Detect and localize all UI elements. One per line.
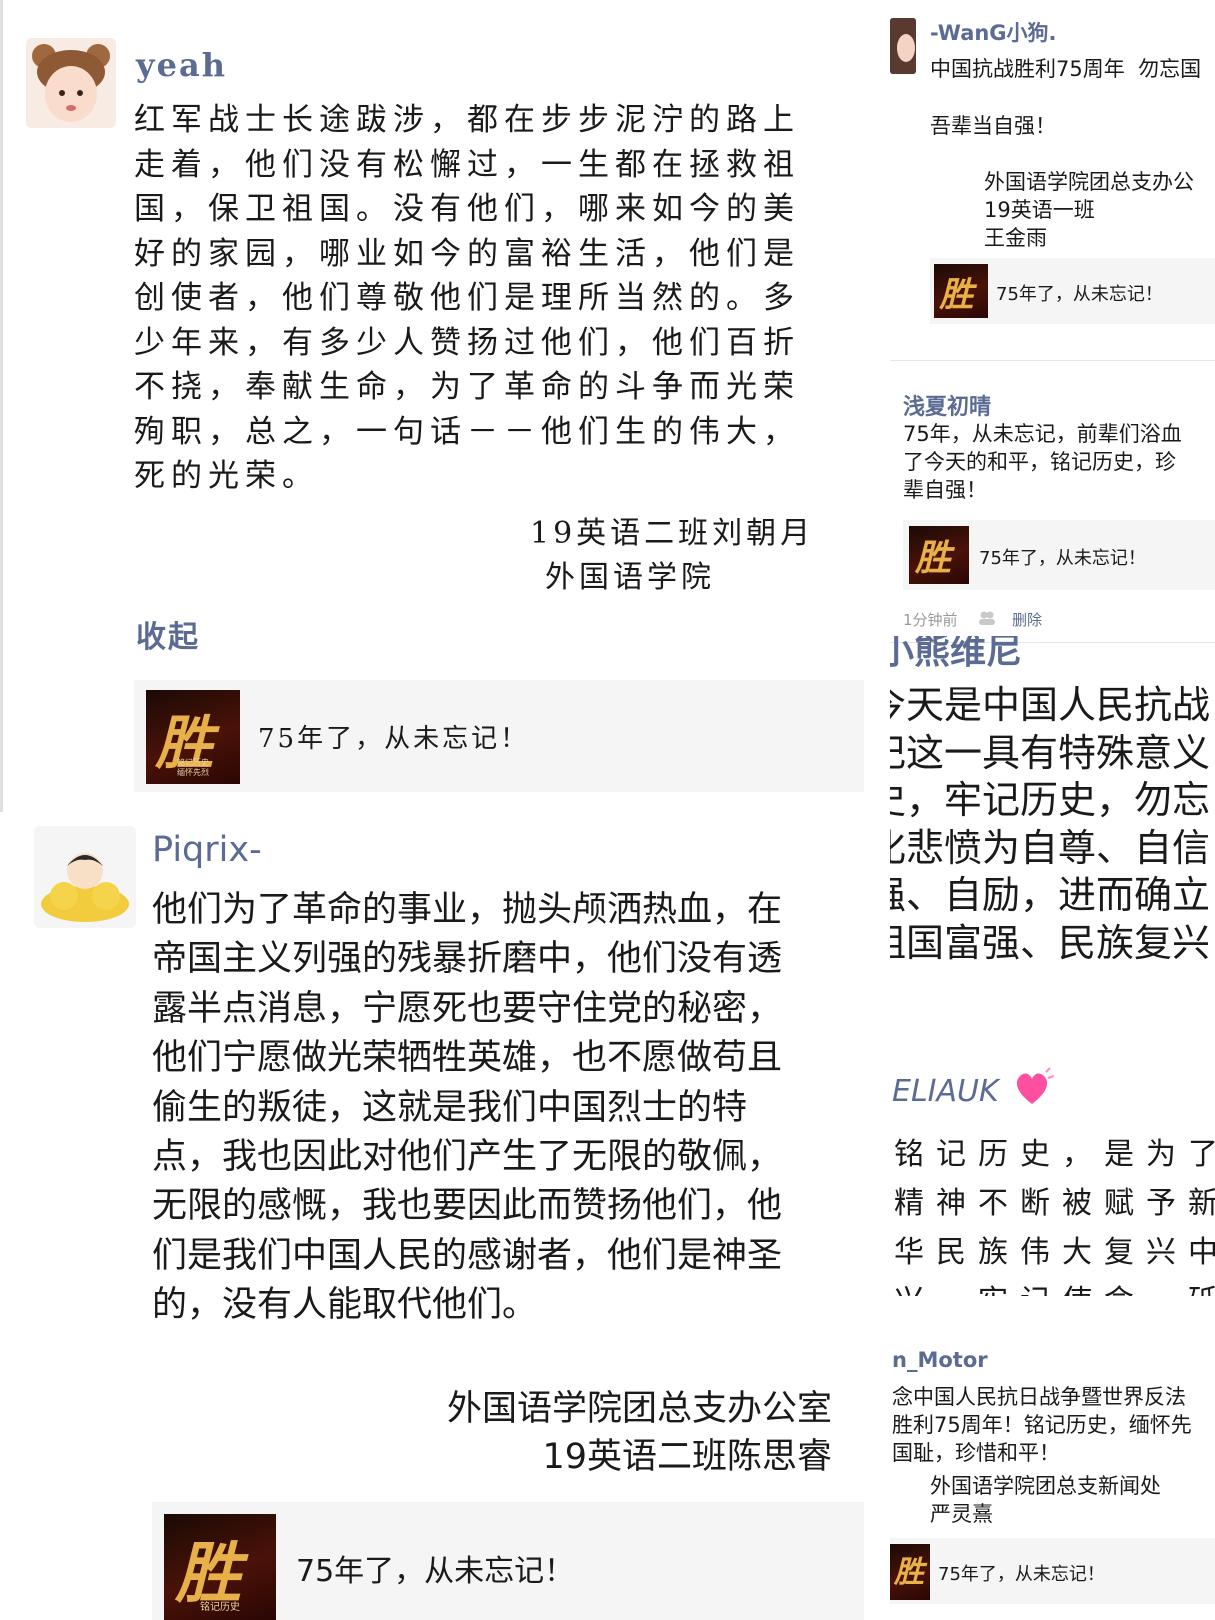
link-title: 75年了，从未忘记！	[979, 548, 1146, 569]
post-signature: 外国语学院	[545, 560, 715, 595]
post-signature: 外国语学院团总支办公	[984, 170, 1194, 194]
post-author[interactable]: 小熊维尼	[890, 636, 1022, 674]
avatar[interactable]	[34, 826, 136, 928]
link-title: 75年了，从未忘记！	[938, 1564, 1105, 1585]
post-text: 吾辈当自强！	[930, 114, 1056, 138]
link-card[interactable]: 胜 75年了，从未忘记！	[890, 1538, 1215, 1604]
post-text-line: 红军战士长途跋涉，都在步步泥泞的路上	[134, 102, 800, 138]
post-text-line: 兴，牢记使命，砥砺	[894, 1277, 1215, 1296]
post-signature: 外国语学院团总支办公室	[446, 1389, 832, 1429]
post-text-line: 点，我也因此对他们产生了无限的敬佩，	[152, 1137, 783, 1178]
link-thumbnail: 胜 铭记历史 缅怀先烈	[146, 690, 240, 784]
thumb-caption-line: 缅怀先烈	[177, 768, 209, 778]
post-text-line: 了今天的和平，铭记历史，珍	[903, 450, 1176, 474]
post-text-line: 记这一具有特殊意义	[890, 730, 1211, 775]
delete-link[interactable]: 删除	[1012, 609, 1042, 630]
post-text-line: 今天是中国人民抗战	[890, 683, 1211, 727]
post-text-line: 露半点消息，宁愿死也要守住党的秘密，	[152, 988, 783, 1029]
post-text-line: 史，牢记历史，勿忘	[890, 778, 1211, 822]
post-text-line: 75年，从未忘记，前辈们浴血	[903, 422, 1182, 446]
post-text: 铭记历史，是为了唐 精神不断被赋予新的 华民族伟大复兴中国 兴，牢记使命，砥砺	[894, 1130, 1215, 1296]
post-text-line: 创使者，他们尊敬他们是理所当然的。多	[134, 280, 800, 316]
like-icon[interactable]	[977, 610, 997, 626]
link-card[interactable]: 胜 铭记历史 缅怀先烈 75年了，从未忘记！	[134, 680, 864, 792]
post-text-line: 死的光荣。	[134, 458, 319, 494]
post-author[interactable]: n_Motor	[892, 1348, 988, 1372]
post-text-line: 铭记历史，是为了唐	[894, 1137, 1215, 1172]
post-author[interactable]: 浅夏初晴	[903, 389, 991, 421]
post-text-line: 念中国人民抗日战争暨世界反法	[892, 1385, 1186, 1409]
thumb-caption-line: 铭记历史	[200, 1601, 240, 1613]
post-signature: 严灵熹	[930, 1502, 993, 1526]
post-text-line: 他们为了革命的事业，抛头颅洒热血，在	[152, 890, 783, 930]
link-thumbnail: 胜 铭记历史	[164, 1514, 276, 1620]
thumb-caption-line: 铭记历史	[177, 758, 209, 768]
post-text-line: 祖国富强、民族复兴	[890, 920, 1211, 965]
post-text-line: 国耻，珍惜和平！	[892, 1441, 1060, 1465]
thumb-title: 胜	[894, 1555, 924, 1591]
portrait-avatar-icon	[890, 18, 916, 74]
post-signature: 王金雨	[984, 226, 1047, 250]
post-text-line: 不挠，奉献生命，为了革命的斗争而光荣	[134, 369, 800, 405]
heart-icon	[1010, 1066, 1055, 1110]
thumb-caption: 铭记历史 缅怀先烈	[146, 758, 240, 778]
post-text-line: 无限的感慨，我也要因此而赞扬他们，他	[152, 1186, 783, 1227]
avatar[interactable]	[890, 18, 916, 74]
divider	[890, 360, 1215, 361]
thumb-title: 胜	[939, 275, 974, 316]
cropped-post: 小熊维尼 今天是中国人民抗战 记这一具有特殊意义 史，牢记历史，勿忘 化悲愤为自…	[890, 636, 1215, 966]
post-author[interactable]: yeah	[136, 46, 227, 84]
cropped-post: ELIAUK 铭记历史，是为了唐 精神不断被赋予新的 华民族伟大复兴中国 兴，牢…	[890, 1066, 1215, 1296]
post-signature: 19英语二班刘朝月	[530, 516, 815, 551]
post-text-line: 华民族伟大复兴中国	[894, 1235, 1215, 1270]
post-signature: 19英语二班陈思睿	[542, 1437, 832, 1477]
post-text: 念中国人民抗日战争暨世界反法 胜利75周年！铭记历史，缅怀先 国耻，珍惜和平！	[892, 1383, 1215, 1467]
post-text: 他们为了革命的事业，抛头颅洒热血，在 帝国主义列强的残暴折磨中，他们没有透 露半…	[152, 886, 852, 1331]
post-text-line: 精神不断被赋予新的	[894, 1186, 1215, 1221]
link-card[interactable]: 胜 75年了，从未忘记！	[903, 520, 1215, 590]
link-thumbnail: 胜	[890, 1544, 930, 1600]
avatar[interactable]	[26, 38, 116, 128]
post-text-line: 殉职，总之，一句话－－他们生的伟大，	[134, 413, 800, 450]
post-text-line: 的，没有人能取代他们。	[152, 1285, 538, 1326]
post-text-line: 强、自励，进而确立	[890, 873, 1211, 917]
post-text: 75年，从未忘记，前辈们浴血 了今天的和平，铭记历史，珍 辈自强！	[903, 420, 1182, 504]
post-text-line: 帝国主义列强的残暴折磨中，他们没有透	[152, 939, 783, 980]
post-text: 今天是中国人民抗战 记这一具有特殊意义 史，牢记历史，勿忘 化悲愤为自尊、自信 …	[890, 682, 1210, 966]
link-thumbnail: 胜	[909, 526, 969, 584]
post-text-line: 他们宁愿做光荣牺牲英雄，也不愿做苟且	[152, 1038, 783, 1079]
link-card[interactable]: 胜 75年了，从未忘记！	[930, 258, 1215, 324]
post-text: 红军战士长途跋涉，都在步步泥泞的路上 走着，他们没有松懈过，一生都在拯救祖 国，…	[134, 98, 834, 499]
collapse-link[interactable]: 收起	[136, 612, 200, 656]
post-text-line: 走着，他们没有松懈过，一生都在拯救祖	[134, 146, 800, 183]
post-timestamp: 1分钟前	[903, 611, 958, 629]
link-thumbnail: 胜	[934, 264, 988, 318]
post-text-line: 胜利75周年！铭记历史，缅怀先	[892, 1413, 1192, 1437]
thumb-caption: 铭记历史	[164, 1602, 276, 1614]
post-text-line: 偷生的叛徒，这就是我们中国烈士的特	[152, 1087, 748, 1128]
post-text-line: 少年来，有多少人赞扬过他们，他们百折	[134, 324, 800, 361]
link-title: 75年了，从未忘记！	[996, 284, 1163, 305]
thumb-title: 胜	[915, 537, 952, 580]
post-text-line: 化悲愤为自尊、自信	[890, 825, 1211, 870]
link-title: 75年了，从未忘记！	[296, 1554, 575, 1589]
post-text-line: 们是我们中国人民的感谢者，他们是神圣	[152, 1235, 783, 1276]
post-text-line: 好的家园，哪业如今的富裕生活，他们是	[134, 235, 800, 272]
child-avatar-icon	[26, 38, 116, 128]
cartoon-avatar-icon	[34, 826, 136, 928]
post-text-line: 辈自强！	[903, 478, 987, 502]
post-signature: 外国语学院团总支新闻处	[930, 1474, 1161, 1498]
link-title: 75年了，从未忘记！	[258, 724, 530, 754]
post-author[interactable]: -WanG小狗.	[930, 17, 1057, 47]
left-border	[0, 0, 3, 812]
post-author[interactable]: Piqrix-	[152, 830, 262, 870]
post-author[interactable]: ELIAUK	[892, 1074, 999, 1109]
post-text: 中国抗战胜利75周年 勿忘国	[930, 57, 1202, 81]
post-text-line: 国，保卫祖国。没有他们，哪来如今的美	[134, 191, 800, 227]
link-card[interactable]: 胜 铭记历史 75年了，从未忘记！	[152, 1502, 864, 1620]
post-signature: 19英语一班	[984, 198, 1095, 222]
